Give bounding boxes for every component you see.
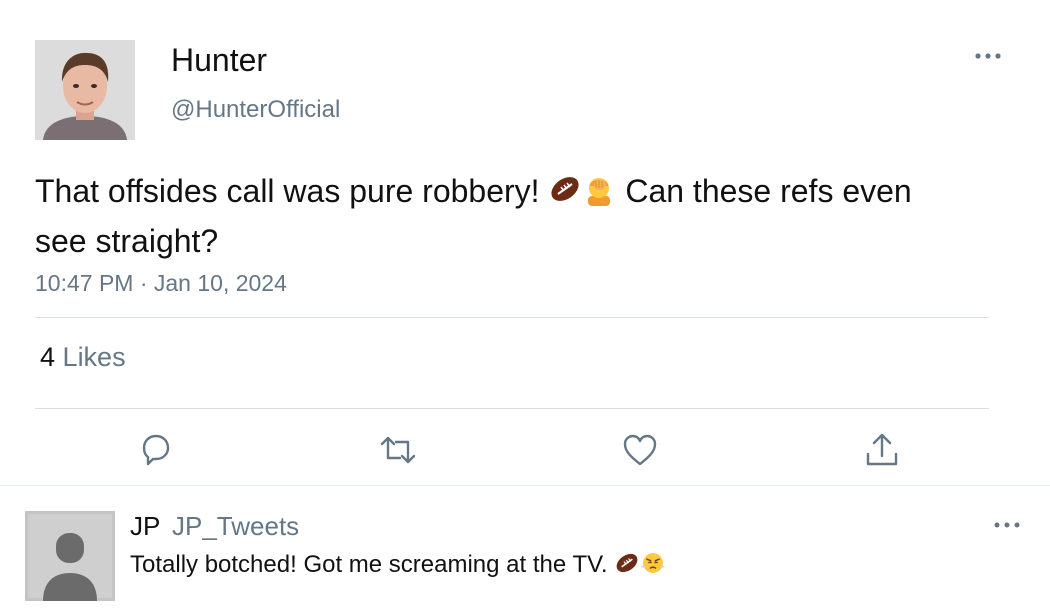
like-icon[interactable]	[620, 430, 660, 470]
divider	[35, 408, 989, 409]
avatar-photo	[35, 40, 135, 140]
reply-tweet[interactable]: JP JP_Tweets Totally botched! Got me scr…	[0, 486, 1050, 615]
facepalm-icon	[582, 172, 616, 218]
author-handle[interactable]: @HunterOfficial	[171, 96, 340, 124]
likes-label: Likes	[62, 342, 126, 372]
retweet-icon[interactable]	[378, 430, 418, 470]
tweet-text-part1: That offsides call was pure robbery!	[35, 173, 540, 209]
reply-text-content: Totally botched! Got me screaming at the…	[130, 551, 608, 578]
tweet: Hunter @HunterOfficial That offsides cal…	[0, 0, 1050, 485]
reply-author-name[interactable]: JP	[130, 511, 160, 542]
default-avatar-icon	[25, 511, 115, 601]
football-icon	[614, 550, 640, 583]
reply-icon[interactable]	[136, 430, 176, 470]
divider	[35, 317, 989, 318]
reply-avatar[interactable]	[25, 511, 115, 601]
reply-author-handle[interactable]: JP_Tweets	[172, 511, 299, 542]
reply-more-options-icon[interactable]	[992, 514, 1022, 536]
share-icon[interactable]	[862, 430, 902, 470]
reply-text: Totally botched! Got me screaming at the…	[130, 550, 666, 583]
tweet-text: That offsides call was pure robbery! Can…	[35, 168, 935, 264]
author-avatar[interactable]	[35, 40, 135, 140]
likes-count[interactable]: 4 Likes	[40, 342, 126, 373]
angry-face-icon	[640, 550, 666, 583]
tweet-timestamp[interactable]: 10:47 PM · Jan 10, 2024	[35, 270, 287, 297]
football-icon	[548, 172, 582, 218]
likes-number: 4	[40, 342, 56, 372]
more-options-icon[interactable]	[972, 44, 1004, 68]
page: Hunter @HunterOfficial That offsides cal…	[0, 0, 1050, 615]
author-name[interactable]: Hunter	[171, 42, 267, 79]
